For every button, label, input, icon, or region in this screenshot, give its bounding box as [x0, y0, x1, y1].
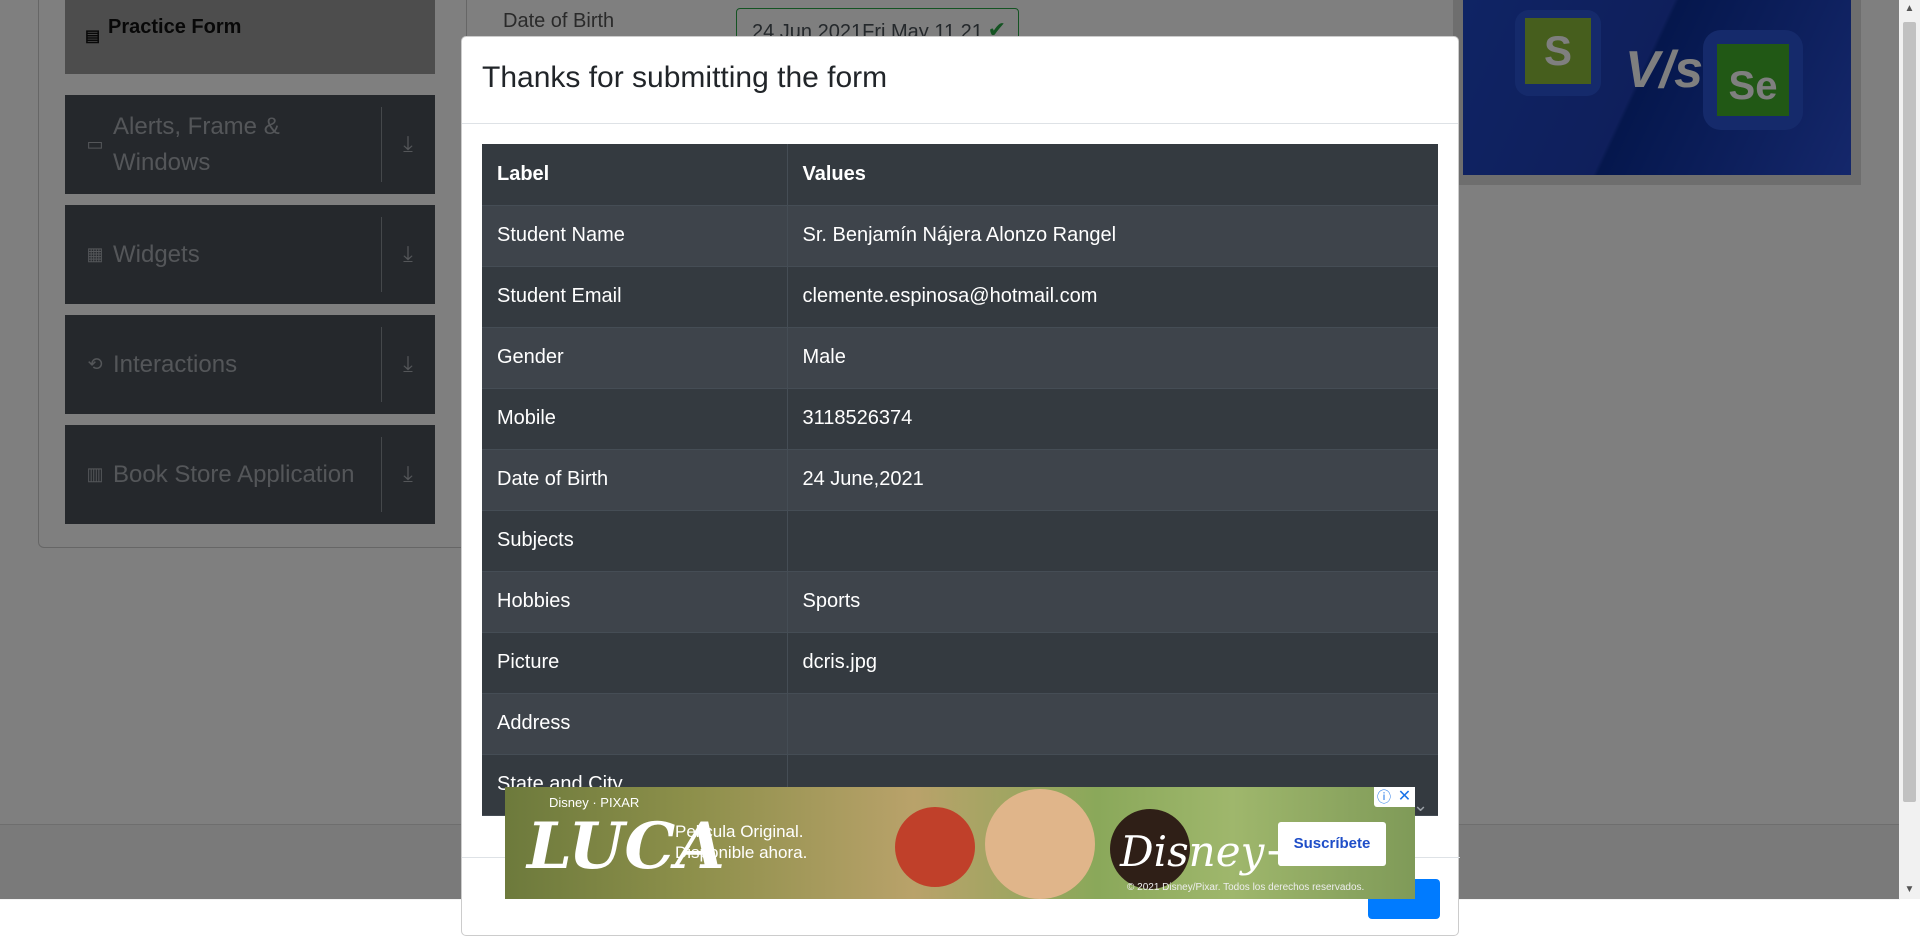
subscribe-button[interactable]: Suscríbete: [1278, 822, 1386, 866]
table-row: Gender Male: [482, 327, 1438, 389]
advertisement[interactable]: Disney · PIXAR LUCA Película Original. D…: [505, 787, 1415, 899]
table-row: Address: [482, 693, 1438, 755]
ad-close-icon[interactable]: ✕: [1394, 787, 1415, 807]
ad-brand-top: Disney · PIXAR: [549, 795, 640, 810]
row-value-cell: Sr. Benjamín Nájera Alonzo Rangel: [787, 205, 1438, 267]
row-label-cell: Hobbies: [482, 571, 788, 633]
scroll-up-icon[interactable]: ▲: [1899, 0, 1920, 18]
modal-title: Thanks for submitting the form: [482, 61, 888, 94]
ad-info-icon[interactable]: ⓘ: [1374, 787, 1394, 807]
page-scrollbar[interactable]: ▲ ▼: [1899, 0, 1920, 899]
ad-tagline: Película Original. Disponible ahora.: [675, 821, 807, 863]
row-label-cell: Mobile: [482, 388, 788, 450]
ad-tagline-line-1: Película Original.: [675, 822, 804, 841]
scroll-down-icon[interactable]: ▼: [1899, 881, 1920, 899]
row-value-cell: 3118526374: [787, 388, 1438, 450]
row-label-cell: Address: [482, 693, 788, 755]
column-header-label: Label: [482, 144, 788, 206]
row-label-cell: Subjects: [482, 510, 788, 572]
table-row: Subjects: [482, 510, 1438, 572]
results-table-wrapper[interactable]: Label Values Student Name Sr. Benjamín Ná…: [482, 144, 1438, 816]
table-row: Mobile 3118526374: [482, 388, 1438, 450]
character-2: [985, 789, 1095, 899]
scrollbar-thumb[interactable]: [1903, 22, 1916, 802]
row-label-cell: Student Email: [482, 266, 788, 328]
table-row: Date of Birth 24 June,2021: [482, 449, 1438, 511]
modal-header: Thanks for submitting the form: [462, 37, 1458, 124]
table-row: Hobbies Sports: [482, 571, 1438, 633]
ad-tagline-line-2: Disponible ahora.: [675, 843, 808, 862]
table-row: Student Email clemente.espinosa@hotmail.c…: [482, 266, 1438, 328]
row-label-cell: Picture: [482, 632, 788, 694]
row-label-cell: Gender: [482, 327, 788, 389]
row-value-cell: clemente.espinosa@hotmail.com: [787, 266, 1438, 328]
row-value-cell: [787, 510, 1438, 572]
row-label-cell: Date of Birth: [482, 449, 788, 511]
table-row: Student Name Sr. Benjamín Nájera Alonzo R…: [482, 205, 1438, 267]
row-value-cell: Male: [787, 327, 1438, 389]
character-1: [895, 807, 975, 887]
column-header-values: Values: [787, 144, 1438, 206]
results-table: Label Values Student Name Sr. Benjamín Ná…: [482, 144, 1438, 816]
table-header-row: Label Values: [482, 144, 1438, 206]
row-value-cell: dcris.jpg: [787, 632, 1438, 694]
row-value-cell: 24 June,2021: [787, 449, 1438, 511]
row-value-cell: Sports: [787, 571, 1438, 633]
table-row: Picture dcris.jpg: [482, 632, 1438, 694]
disney-plus-logo: Disney+: [1120, 827, 1300, 876]
row-label-cell: Student Name: [482, 205, 788, 267]
row-value-cell: [787, 693, 1438, 755]
ad-copyright: © 2021 Disney/Pixar. Todos los derechos …: [1127, 882, 1365, 893]
chevron-down-icon: ⌄: [1413, 795, 1429, 815]
